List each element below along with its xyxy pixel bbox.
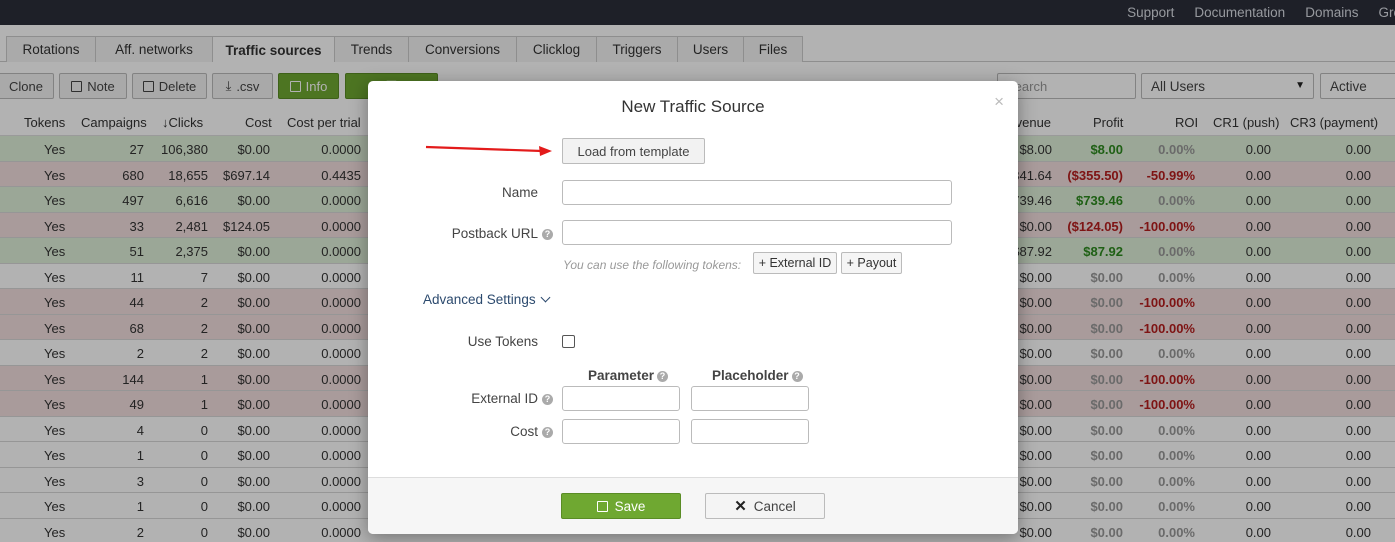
token-external-id-button[interactable]: + External ID bbox=[753, 252, 837, 274]
load-from-template-button[interactable]: Load from template bbox=[562, 138, 705, 164]
postback-url-field[interactable] bbox=[562, 220, 952, 245]
parameter-header: Parameter? bbox=[588, 368, 669, 383]
external-id-placeholder-field[interactable] bbox=[691, 386, 809, 411]
chevron-down-icon bbox=[540, 292, 551, 303]
cost-placeholder-field[interactable] bbox=[691, 419, 809, 444]
cancel-label: Cancel bbox=[753, 498, 796, 514]
tokens-hint: You can use the following tokens: bbox=[563, 258, 742, 272]
save-button[interactable]: Save bbox=[561, 493, 681, 519]
help-icon[interactable]: ? bbox=[542, 427, 553, 438]
external-id-label: External ID? bbox=[471, 391, 553, 406]
cost-label: Cost? bbox=[510, 424, 553, 439]
save-label: Save bbox=[614, 498, 646, 514]
name-field[interactable] bbox=[562, 180, 952, 205]
postback-url-label: Postback URL? bbox=[452, 226, 553, 241]
close-icon[interactable]: × bbox=[994, 92, 1004, 112]
close-icon: ✕ bbox=[734, 498, 747, 515]
placeholder-header: Placeholder? bbox=[712, 368, 803, 383]
dialog-footer: Save ✕ Cancel bbox=[368, 477, 1018, 534]
token-payout-button[interactable]: + Payout bbox=[841, 252, 902, 274]
use-tokens-checkbox[interactable] bbox=[562, 335, 575, 348]
advanced-settings-toggle[interactable]: Advanced Settings bbox=[423, 292, 551, 307]
name-label: Name bbox=[501, 185, 538, 200]
cancel-button[interactable]: ✕ Cancel bbox=[705, 493, 825, 519]
help-icon[interactable]: ? bbox=[542, 394, 553, 405]
new-traffic-source-dialog: New Traffic Source × Load from template … bbox=[368, 81, 1018, 534]
external-id-parameter-field[interactable] bbox=[562, 386, 680, 411]
cost-parameter-field[interactable] bbox=[562, 419, 680, 444]
floppy-disk-icon bbox=[596, 500, 608, 512]
dialog-title: New Traffic Source bbox=[621, 97, 765, 116]
help-icon[interactable]: ? bbox=[791, 371, 803, 382]
use-tokens-label: Use Tokens bbox=[467, 334, 538, 349]
help-icon[interactable]: ? bbox=[657, 371, 669, 382]
help-icon[interactable]: ? bbox=[542, 229, 553, 240]
annotation-arrow-icon bbox=[425, 145, 552, 156]
